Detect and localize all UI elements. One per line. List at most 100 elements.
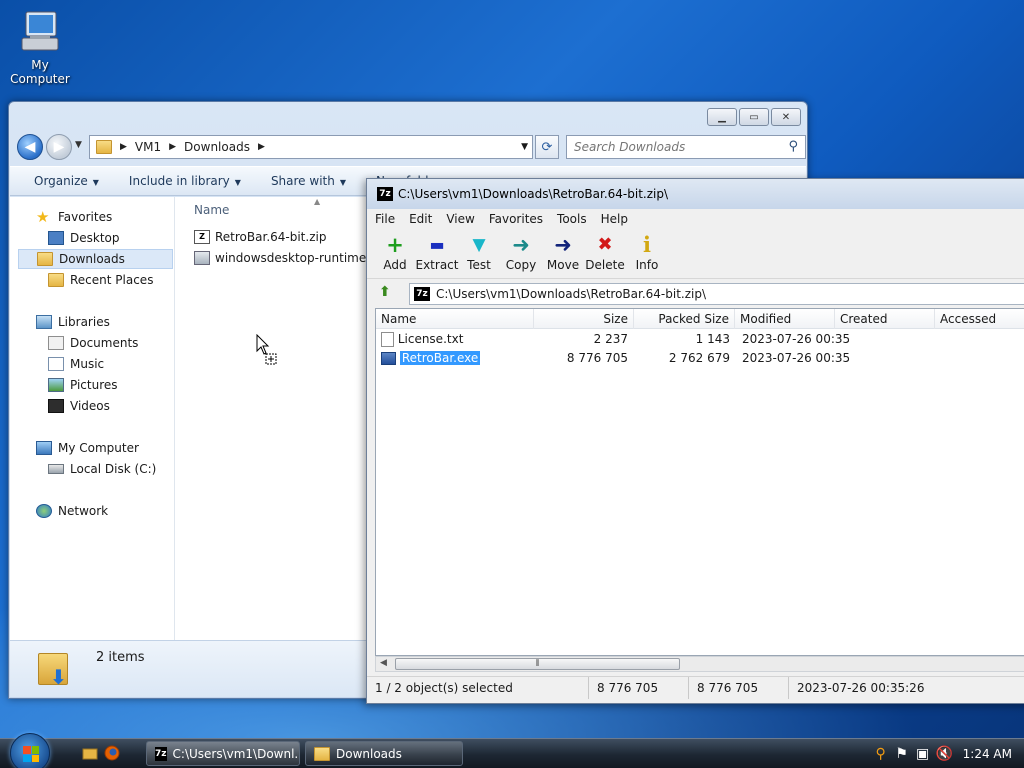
chevron-down-icon: ▼ xyxy=(339,178,346,187)
menu-file[interactable]: File xyxy=(375,212,395,226)
nav-favorites[interactable]: ★ Favorites xyxy=(36,207,112,227)
move-button[interactable]: ➜ Move xyxy=(540,233,586,272)
move-icon: ➜ xyxy=(554,233,572,257)
search-icon[interactable]: ⚲ xyxy=(788,139,798,154)
file-item[interactable]: windowsdesktop-runtime-6.0 xyxy=(194,251,390,265)
column-header-name[interactable]: Name xyxy=(376,309,534,329)
network-icon[interactable]: ▣ xyxy=(915,746,931,762)
nav-desktop[interactable]: Desktop xyxy=(48,228,120,248)
sevenzip-address-row: ⬆ 7z C:\Users\vm1\Downloads\RetroBar.64-… xyxy=(367,282,1024,306)
nav-libraries[interactable]: Libraries xyxy=(36,312,110,332)
file-item[interactable]: Z RetroBar.64-bit.zip xyxy=(194,230,326,244)
refresh-button[interactable]: ⟳ xyxy=(535,135,559,159)
desktop-icon-my-computer[interactable]: My Computer xyxy=(0,8,80,86)
info-button[interactable]: i Info xyxy=(624,233,670,273)
nav-desktop-label: Desktop xyxy=(70,231,120,245)
sort-ascending-icon: ▲ xyxy=(314,197,321,206)
quick-launch-explorer-icon[interactable] xyxy=(82,745,98,761)
add-label: Add xyxy=(383,258,407,272)
up-folder-button[interactable]: ⬆ xyxy=(379,284,399,304)
nav-music-label: Music xyxy=(70,357,105,371)
column-header-name[interactable]: Name xyxy=(194,203,229,217)
test-label: Test xyxy=(467,258,491,272)
sevenzip-toolbar: + Add ▬ Extract ▼ Test ➜ Copy ➜ Move ✖ D… xyxy=(367,229,1024,279)
sevenzip-path-field[interactable]: 7z C:\Users\vm1\Downloads\RetroBar.64-bi… xyxy=(409,283,1024,305)
share-with-button[interactable]: Share with ▼ xyxy=(271,174,346,188)
column-header-accessed[interactable]: Accessed xyxy=(935,309,1024,329)
breadcrumb-downloads[interactable]: Downloads xyxy=(184,140,250,154)
nav-network[interactable]: Network xyxy=(36,501,108,521)
address-bar[interactable]: ▶ VM1 ▶ Downloads ▶ ▼ xyxy=(89,135,533,159)
chevron-down-icon: ▼ xyxy=(234,178,241,187)
chevron-right-icon[interactable]: ▶ xyxy=(169,142,176,152)
taskbar-item-downloads[interactable]: Downloads xyxy=(305,741,463,766)
folder-icon xyxy=(314,746,330,761)
test-icon: ▼ xyxy=(472,235,486,255)
address-dropdown-icon[interactable]: ▼ xyxy=(521,142,528,152)
search-box[interactable]: ⚲ xyxy=(566,135,806,159)
recent-places-icon xyxy=(48,273,64,287)
column-header-created[interactable]: Created xyxy=(835,309,935,329)
copy-button[interactable]: ➜ Copy xyxy=(498,233,544,272)
table-row[interactable]: RetroBar.exe 8 776 705 2 762 679 2023-07… xyxy=(376,349,1024,368)
recent-pages-dropdown[interactable]: ▼ xyxy=(75,140,82,150)
menu-edit[interactable]: Edit xyxy=(409,212,432,226)
nav-downloads[interactable]: Downloads xyxy=(18,249,173,269)
search-icon[interactable]: ⚲ xyxy=(873,746,889,762)
volume-muted-icon[interactable]: 🔇 xyxy=(936,746,953,762)
column-header-packed-size[interactable]: Packed Size xyxy=(634,309,735,329)
include-in-library-button[interactable]: Include in library ▼ xyxy=(129,174,241,188)
scroll-thumb[interactable]: ⦀ xyxy=(395,658,680,670)
back-button[interactable]: ◀ xyxy=(17,134,43,160)
taskbar-item-label: C:\Users\vm1\Downl... xyxy=(172,746,300,761)
nav-network-label: Network xyxy=(58,504,109,518)
horizontal-scrollbar[interactable]: ◀ ⦀ xyxy=(375,656,1024,672)
breadcrumb-vm1[interactable]: VM1 xyxy=(135,140,161,154)
sevenzip-window: 7z C:\Users\vm1\Downloads\RetroBar.64-bi… xyxy=(366,178,1024,704)
nav-pictures[interactable]: Pictures xyxy=(48,375,118,395)
status-date: 2023-07-26 00:35:26 xyxy=(797,681,925,695)
chevron-right-icon[interactable]: ▶ xyxy=(258,142,265,152)
modified-cell: 2023-07-26 00:35 xyxy=(742,351,851,365)
column-header-modified[interactable]: Modified xyxy=(735,309,835,329)
nav-videos[interactable]: Videos xyxy=(48,396,110,416)
desktop-icon xyxy=(48,231,64,245)
hard-disk-icon xyxy=(48,464,64,474)
taskbar-item-7zip[interactable]: 7z C:\Users\vm1\Downl... xyxy=(146,741,300,766)
nav-documents-label: Documents xyxy=(70,336,139,350)
menu-favorites[interactable]: Favorites xyxy=(489,212,543,226)
size-cell: 8 776 705 xyxy=(566,351,628,365)
forward-button[interactable]: ▶ xyxy=(46,134,72,160)
table-row[interactable]: License.txt 2 237 1 143 2023-07-26 00:35 xyxy=(376,330,1024,349)
back-arrow-icon: ◀ xyxy=(24,139,36,155)
test-button[interactable]: ▼ Test xyxy=(456,233,502,272)
minimize-button[interactable]: ▁ xyxy=(707,108,737,126)
sevenzip-title-bar[interactable]: 7z C:\Users\vm1\Downloads\RetroBar.64-bi… xyxy=(367,179,1024,209)
menu-tools[interactable]: Tools xyxy=(557,212,587,226)
extract-button[interactable]: ▬ Extract xyxy=(414,233,460,272)
menu-help[interactable]: Help xyxy=(601,212,628,226)
close-button[interactable]: ✕ xyxy=(771,108,801,126)
nav-recent-places[interactable]: Recent Places xyxy=(48,270,153,290)
nav-my-computer[interactable]: My Computer xyxy=(36,438,139,458)
menu-view[interactable]: View xyxy=(446,212,474,226)
start-button[interactable] xyxy=(10,733,50,768)
nav-documents[interactable]: Documents xyxy=(48,333,138,353)
copy-label: Copy xyxy=(505,258,537,272)
up-arrow-icon: ⬆ xyxy=(379,284,391,300)
delete-button[interactable]: ✖ Delete xyxy=(582,233,628,272)
chevron-right-icon[interactable]: ▶ xyxy=(120,142,127,152)
scroll-left-icon[interactable]: ◀ xyxy=(380,658,387,668)
nav-local-disk[interactable]: Local Disk (C:) xyxy=(48,459,156,479)
search-input[interactable] xyxy=(567,136,767,158)
organize-button[interactable]: Organize ▼ xyxy=(34,174,99,188)
action-center-flag-icon[interactable]: ⚑ xyxy=(894,746,910,762)
quick-launch-firefox-icon[interactable] xyxy=(104,745,120,761)
clock[interactable]: 1:24 AM xyxy=(963,747,1012,761)
add-button[interactable]: + Add xyxy=(372,233,418,272)
column-header-size[interactable]: Size xyxy=(534,309,634,329)
maximize-button[interactable]: ▭ xyxy=(739,108,769,126)
add-icon: + xyxy=(386,233,404,257)
drag-copy-cursor-icon xyxy=(256,333,280,366)
nav-music[interactable]: Music xyxy=(48,354,104,374)
